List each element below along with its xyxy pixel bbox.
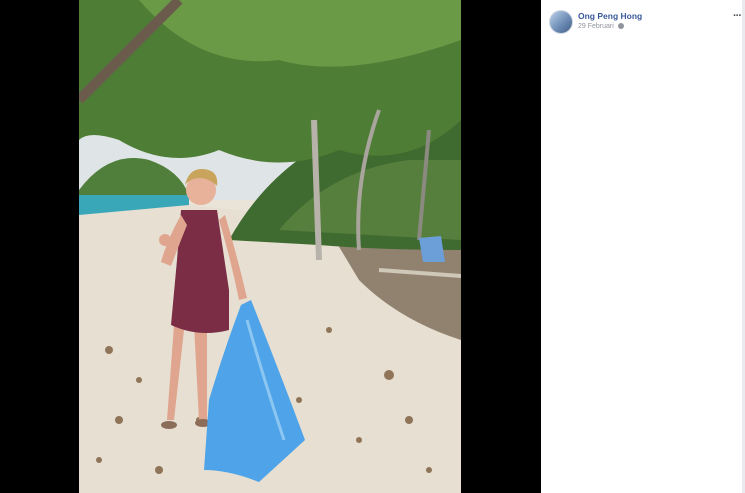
post-photo[interactable]: [79, 0, 461, 493]
globe-icon: [617, 23, 624, 29]
author-name-link[interactable]: Ong Peng Hong: [578, 11, 642, 21]
beach-cleanup-photo: [79, 0, 461, 493]
post-date-link[interactable]: 29 Februari: [578, 23, 614, 30]
photo-viewer: [0, 0, 541, 493]
avatar[interactable]: [549, 10, 573, 34]
post-meta: 29 Februari: [578, 23, 624, 30]
post-side-panel: Ong Peng Hong 29 Februari ···: [541, 0, 745, 493]
post-header: Ong Peng Hong 29 Februari ···: [549, 10, 742, 34]
more-options-button[interactable]: ···: [733, 11, 742, 22]
